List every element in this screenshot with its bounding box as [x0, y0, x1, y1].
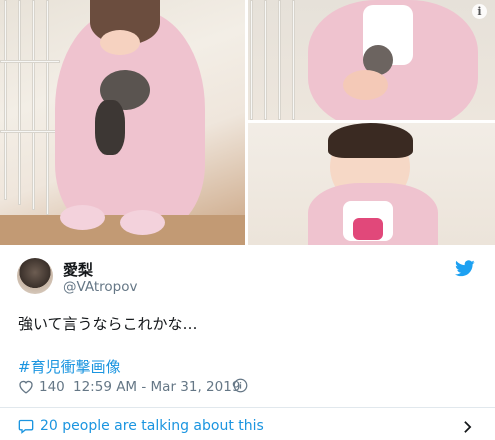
twitter-bird-icon[interactable]: [455, 260, 475, 277]
tweet-media-grid[interactable]: i: [0, 0, 495, 245]
user-handle[interactable]: @VAtropov: [63, 279, 138, 295]
tweet-text: 強いて言うならこれかな…: [18, 315, 198, 333]
photo-child-holding-kitten[interactable]: [0, 0, 245, 245]
talking-about-link[interactable]: 20 people are talking about this: [0, 408, 495, 440]
photo-child-closeup[interactable]: [248, 0, 495, 120]
like-count[interactable]: 140: [39, 379, 65, 395]
speech-bubble-icon: [18, 419, 34, 434]
info-icon[interactable]: i: [472, 4, 487, 19]
photo-child-smiling[interactable]: [248, 123, 495, 245]
talking-about-label[interactable]: 20 people are talking about this: [40, 418, 264, 434]
hashtag-link[interactable]: #育児衝撃画像: [18, 356, 121, 377]
heart-outline-icon[interactable]: [18, 379, 34, 394]
display-name[interactable]: 愛梨: [63, 259, 93, 280]
info-circle-icon[interactable]: [233, 378, 248, 393]
chevron-right-icon[interactable]: [463, 420, 472, 434]
tweet-author[interactable]: 愛梨 @VAtropov: [17, 257, 477, 299]
tweet-timestamp[interactable]: 12:59 AM - Mar 31, 2019: [73, 379, 240, 395]
avatar[interactable]: [17, 258, 53, 294]
tweet-meta: 140 12:59 AM - Mar 31, 2019: [18, 378, 478, 396]
